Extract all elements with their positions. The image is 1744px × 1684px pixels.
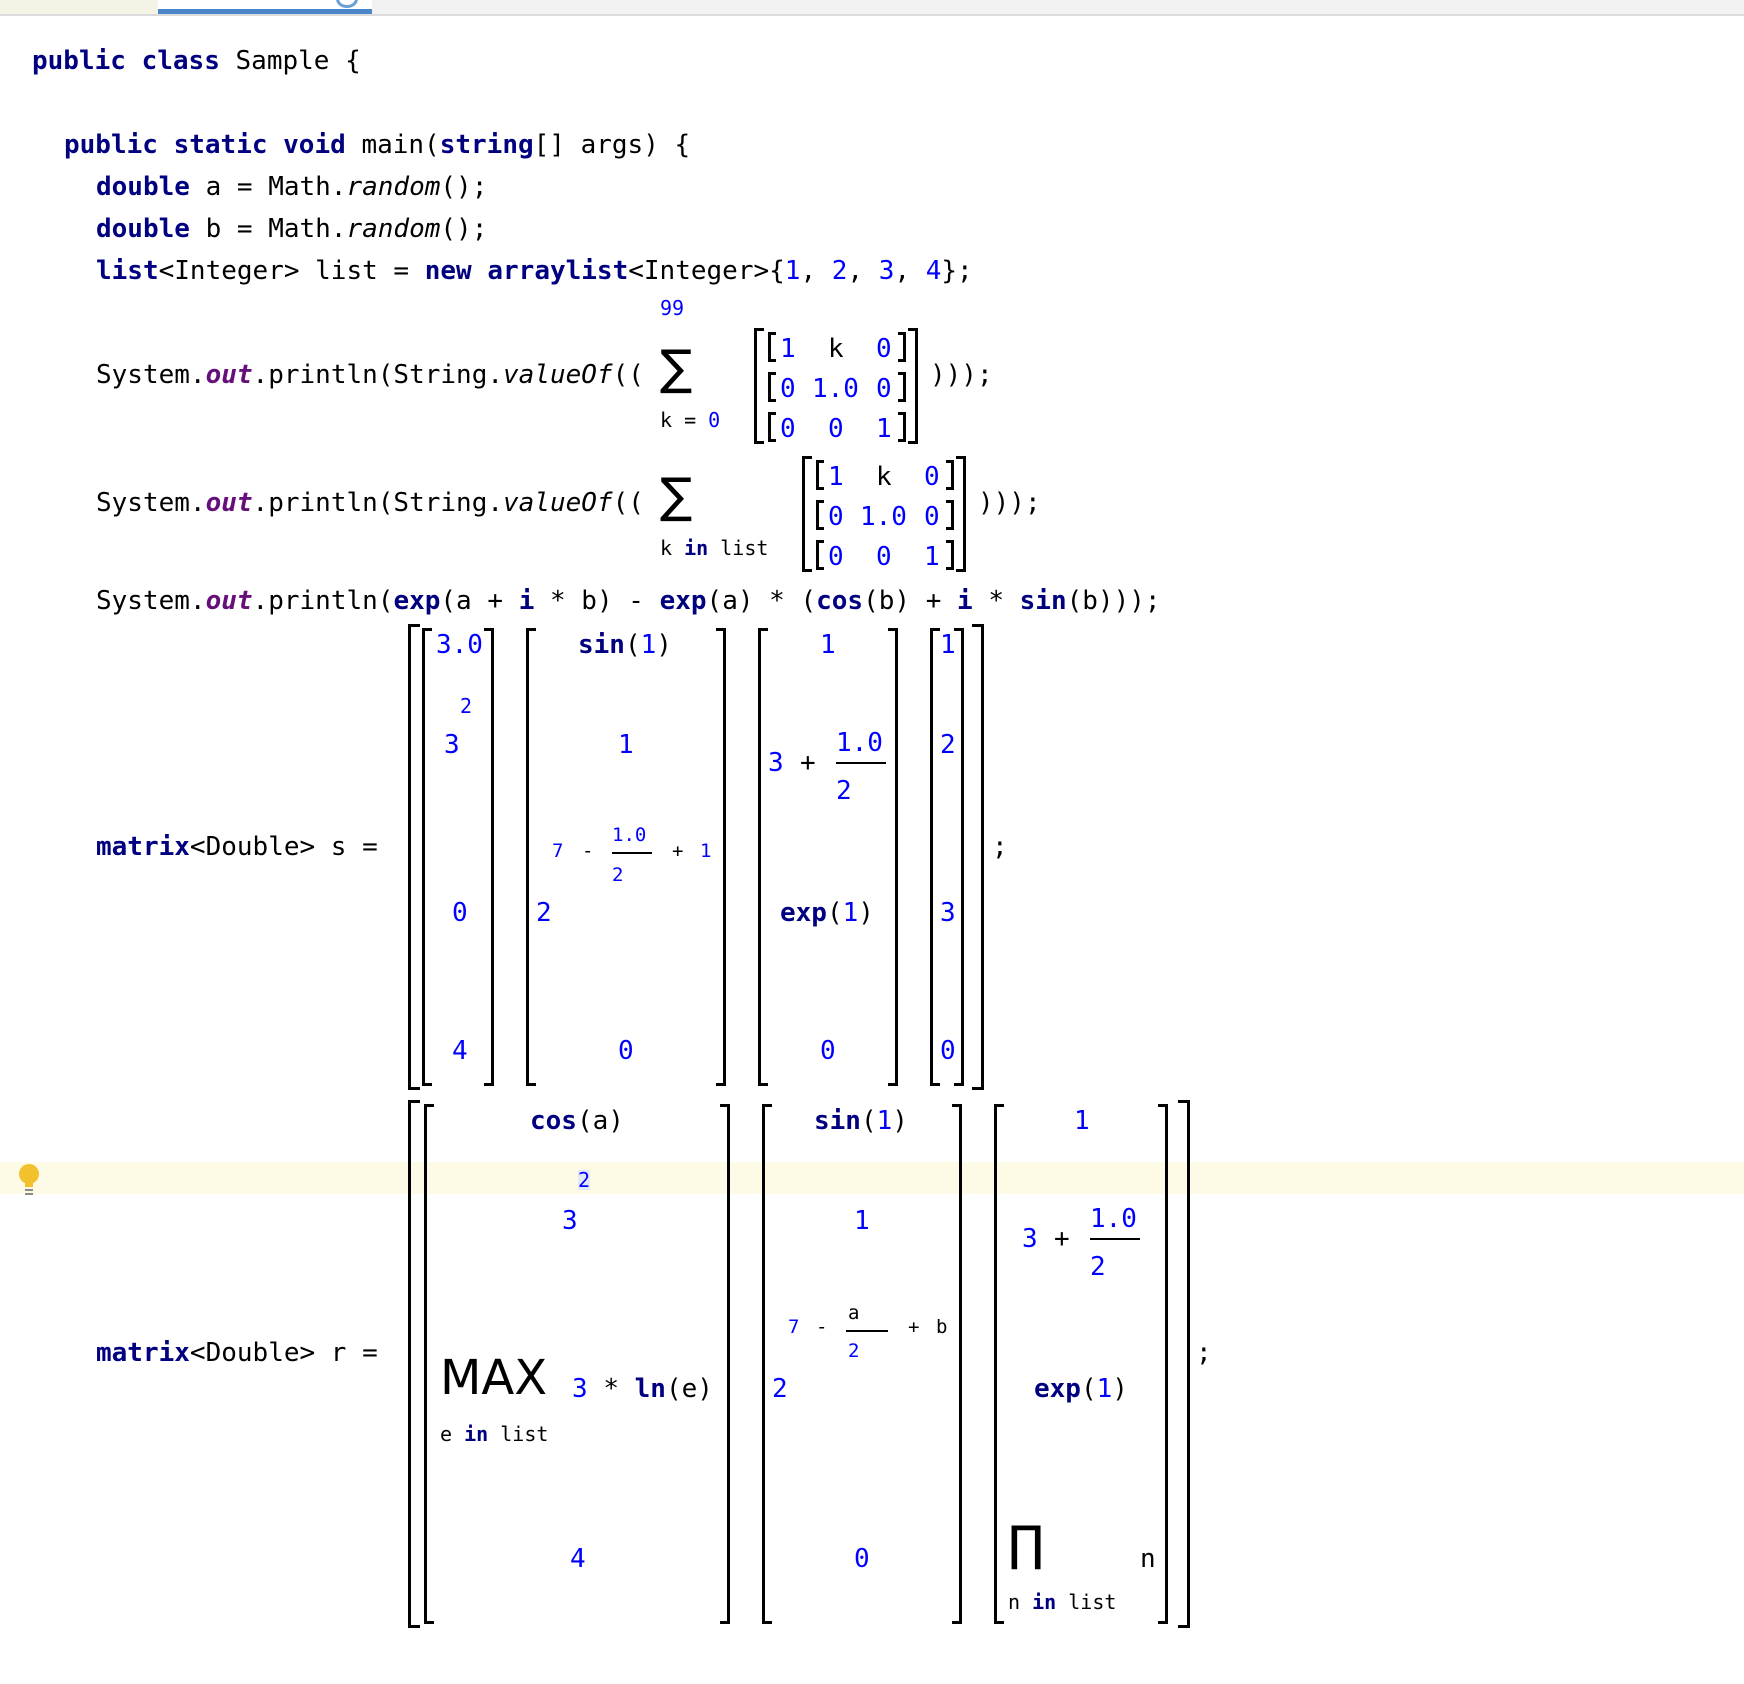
matrix-cell: - <box>582 840 594 862</box>
code-line-println-sum1: System.out.println(String.valueOf(( <box>96 360 644 390</box>
matrix-cell: 3 <box>768 748 784 778</box>
matrix-cell: + <box>800 748 816 778</box>
matrix-cell: sin(1) <box>578 630 672 660</box>
max-subscript: e in list <box>440 1422 549 1446</box>
matrix-cell: b <box>936 1316 948 1338</box>
matrix-cell: 0 <box>924 502 940 532</box>
matrix-cell: 0 <box>618 1036 634 1066</box>
matrix-cell: 1 <box>780 334 796 364</box>
matrix-cell: 0 <box>828 502 844 532</box>
fraction-line <box>846 1330 888 1332</box>
matrix-cell: 1 <box>1074 1106 1090 1136</box>
matrix-cell: 0 <box>876 542 892 572</box>
semicolon: ; <box>1196 1338 1212 1368</box>
fraction-line <box>836 762 886 764</box>
close-parens: ))); <box>930 360 993 390</box>
matrix-cell: exp(1) <box>780 898 874 928</box>
editor-tab-bar <box>0 0 1744 16</box>
sum1-lower-bound: k = 0 <box>660 408 721 432</box>
code-line-double-a: double a = Math.random(); <box>96 172 488 202</box>
editor-tab[interactable] <box>0 0 158 14</box>
matrix-cell: + <box>908 1316 920 1338</box>
matrix-cell: 0 <box>876 374 892 404</box>
matrix-cell: 0 <box>780 374 796 404</box>
matrix-cell: 3 <box>444 730 460 760</box>
matrix-cell: 1 <box>924 542 940 572</box>
sigma-icon: ∑ <box>660 468 693 524</box>
matrix-cell: 1.0 <box>860 502 907 532</box>
matrix-cell: 2 <box>772 1374 788 1404</box>
fraction-denominator: 2 <box>848 1340 860 1362</box>
fraction-denominator: 2 <box>612 864 624 886</box>
matrix-cell: 3.0 <box>436 630 483 660</box>
matrix-cell: 1 <box>854 1206 870 1236</box>
fraction-numerator: 1.0 <box>612 824 647 846</box>
editor-tab-active[interactable] <box>158 0 372 14</box>
exponent: 2 <box>578 1168 591 1192</box>
matrix-cell: 2 <box>940 730 956 760</box>
close-parens: ))); <box>978 488 1041 518</box>
fraction-line <box>612 852 652 854</box>
matrix-cell: 2 <box>536 898 552 928</box>
file-type-icon <box>336 0 358 8</box>
matrix-cell: 3 <box>1022 1224 1038 1254</box>
matrix-cell: 1.0 <box>812 374 859 404</box>
matrix-cell: 3 * ln(e) <box>572 1374 713 1404</box>
matrix-cell: 1 <box>828 462 844 492</box>
matrix-cell: 0 <box>820 1036 836 1066</box>
fraction-numerator: 1.0 <box>1090 1204 1137 1234</box>
lightbulb-icon[interactable] <box>18 1162 40 1198</box>
matrix-cell: 4 <box>570 1544 586 1574</box>
fraction-denominator: 2 <box>836 776 852 806</box>
fraction-line <box>1090 1238 1140 1240</box>
sum1-upper-bound: 99 <box>660 296 685 320</box>
code-line-class: public class Sample { <box>32 46 361 76</box>
sum2-lower-bound: k in list <box>660 536 769 560</box>
product-icon: ∏ <box>1008 1516 1045 1572</box>
code-line-println-exp: System.out.println(exp(a + i * b) - exp(… <box>96 586 1161 616</box>
sigma-icon: ∑ <box>660 340 693 396</box>
code-line-list: list<Integer> list = new arraylist<Integ… <box>96 256 973 286</box>
matrix-cell: sin(1) <box>814 1106 908 1136</box>
matrix-cell: 1 <box>876 414 892 444</box>
matrix-cell: - <box>816 1316 828 1338</box>
matrix-cell: 3 <box>562 1206 578 1236</box>
matrix-cell: k <box>876 462 892 492</box>
current-line-highlight <box>0 1162 1744 1194</box>
code-line-main: public static void main(string[] args) { <box>64 130 691 160</box>
product-subscript: n in list <box>1008 1590 1117 1614</box>
matrix-cell: 7 <box>552 840 564 862</box>
matrix-cell: 1 <box>618 730 634 760</box>
code-line-double-b: double b = Math.random(); <box>96 214 488 244</box>
matrix-cell: 1 <box>820 630 836 660</box>
matrix-cell: 0 <box>828 542 844 572</box>
matrix-cell: + <box>672 840 684 862</box>
matrix-cell: 0 <box>940 1036 956 1066</box>
semicolon: ; <box>992 832 1008 862</box>
exponent: 2 <box>460 694 473 718</box>
matrix-cell: 1 <box>700 840 712 862</box>
matrix-r-declaration: matrix<Double> r = <box>96 1338 378 1368</box>
matrix-cell: + <box>1054 1224 1070 1254</box>
matrix-cell: 4 <box>452 1036 468 1066</box>
matrix-cell: k <box>828 334 844 364</box>
code-line-println-sum2: System.out.println(String.valueOf(( <box>96 488 644 518</box>
matrix-cell: 0 <box>452 898 468 928</box>
matrix-cell: 0 <box>854 1544 870 1574</box>
fraction-numerator: a <box>848 1302 860 1324</box>
matrix-cell: n <box>1140 1544 1156 1574</box>
matrix-cell: 3 <box>940 898 956 928</box>
matrix-cell: 0 <box>876 334 892 364</box>
matrix-s-declaration: matrix<Double> s = <box>96 832 378 862</box>
matrix-cell: 0 <box>780 414 796 444</box>
fraction-denominator: 2 <box>1090 1252 1106 1282</box>
max-operator: MAX <box>440 1350 548 1406</box>
matrix-cell: 1 <box>940 630 956 660</box>
matrix-cell: exp(1) <box>1034 1374 1128 1404</box>
matrix-cell: cos(a) <box>530 1106 624 1136</box>
matrix-cell: 0 <box>828 414 844 444</box>
matrix-cell: 0 <box>924 462 940 492</box>
fraction-numerator: 1.0 <box>836 728 883 758</box>
matrix-cell: 7 <box>788 1316 800 1338</box>
